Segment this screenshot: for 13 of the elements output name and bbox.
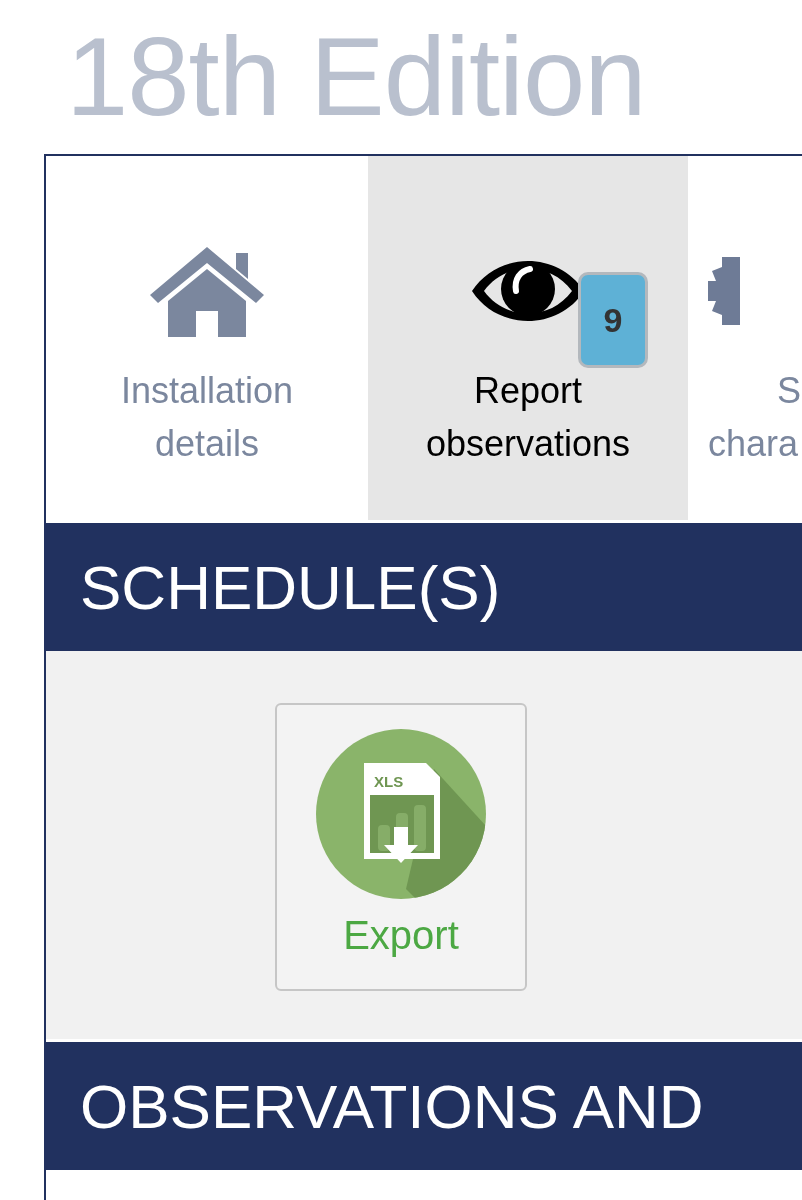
tab-label: Report — [473, 369, 583, 413]
tab-label: Installation — [120, 369, 294, 413]
tab-label: details — [154, 422, 259, 466]
section-heading: SCHEDULE(S) — [46, 520, 802, 651]
spreadsheet-download-icon: XLS — [316, 729, 486, 899]
export-button[interactable]: XLS Export — [275, 703, 527, 991]
tab-label: chara — [708, 422, 799, 466]
section-heading: OBSERVATIONS AND — [46, 1039, 802, 1170]
tab-label: S — [776, 369, 801, 413]
page-title: 18th Edition — [65, 13, 647, 141]
count-badge: 9 — [578, 272, 648, 368]
tab-label: observations — [425, 422, 631, 466]
nav-tab[interactable]: 9 Report observations — [368, 156, 688, 520]
